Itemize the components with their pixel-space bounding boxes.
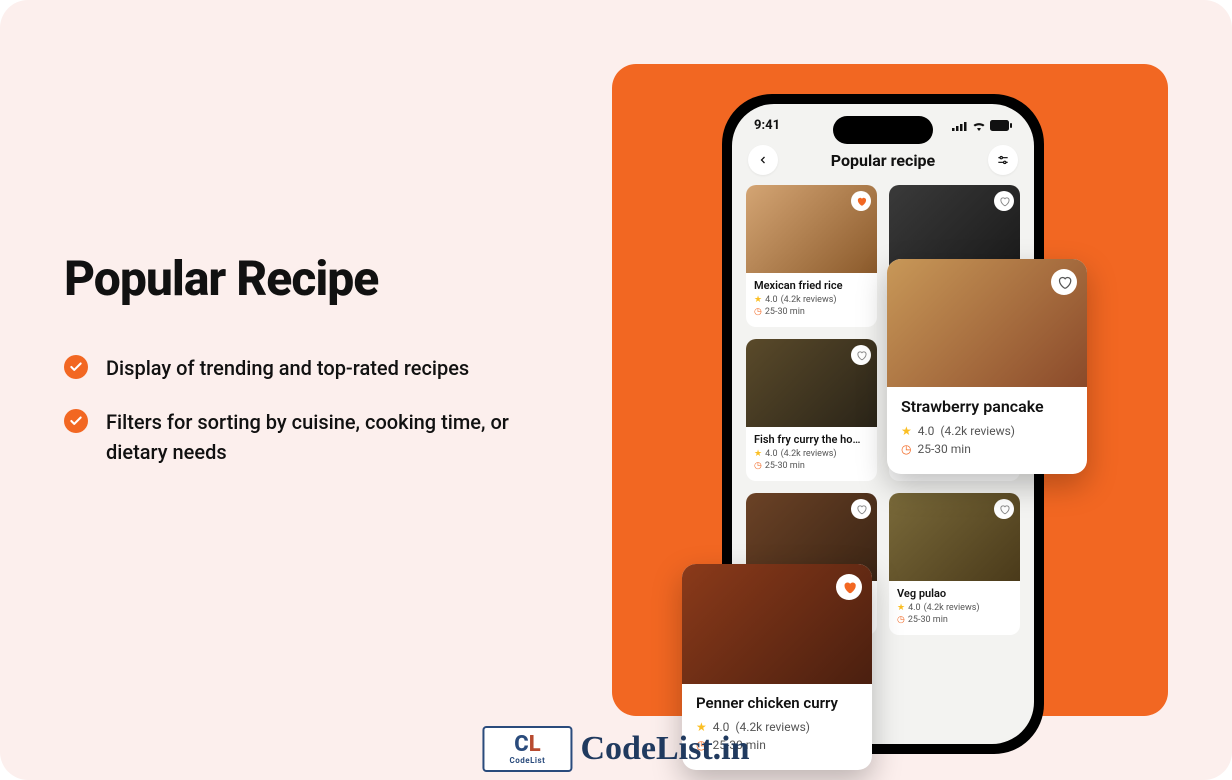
- watermark: CL CodeList CodeList.in: [482, 726, 749, 772]
- recipe-card[interactable]: Fish fry curry the home... ★4.0(4.2k rev…: [746, 339, 877, 481]
- heart-button[interactable]: [851, 191, 871, 211]
- recipe-title: Penner chicken curry: [696, 694, 858, 712]
- heart-button[interactable]: [994, 191, 1014, 211]
- recipe-title: Strawberry pancake: [901, 397, 1073, 416]
- recipe-image: [746, 339, 877, 427]
- star-icon: ★: [901, 424, 912, 438]
- star-icon: ★: [754, 295, 762, 305]
- battery-icon: [990, 120, 1012, 131]
- wifi-icon: [972, 121, 986, 131]
- section-title: Popular Recipe: [64, 250, 544, 307]
- back-button[interactable]: [748, 145, 778, 175]
- feature-showcase: Popular Recipe Display of trending and t…: [0, 0, 1232, 780]
- clock-icon: ◷: [754, 461, 762, 471]
- check-icon: [64, 409, 88, 433]
- left-column: Popular Recipe Display of trending and t…: [64, 250, 544, 491]
- status-icons: [952, 120, 1012, 131]
- feature-item: Display of trending and top-rated recipe…: [64, 353, 544, 383]
- check-icon: [64, 355, 88, 379]
- recipe-image: [889, 493, 1020, 581]
- phone-notch: [833, 116, 933, 144]
- status-time: 9:41: [754, 118, 780, 133]
- feature-text: Display of trending and top-rated recipe…: [106, 353, 469, 383]
- recipe-image: [887, 259, 1087, 387]
- header-title: Popular recipe: [831, 151, 935, 170]
- clock-icon: ◷: [897, 615, 905, 625]
- recipe-card[interactable]: Mexican fried rice ★4.0(4.2k reviews) ◷2…: [746, 185, 877, 327]
- feature-item: Filters for sorting by cuisine, cooking …: [64, 407, 544, 467]
- star-icon: ★: [897, 603, 905, 613]
- clock-icon: ◷: [901, 442, 911, 456]
- recipe-image: [746, 185, 877, 273]
- recipe-card[interactable]: Veg pulao ★4.0(4.2k reviews) ◷25-30 min: [889, 493, 1020, 635]
- feature-text: Filters for sorting by cuisine, cooking …: [106, 407, 544, 467]
- recipe-title: Fish fry curry the home...: [754, 433, 869, 446]
- preview-panel: 9:41 Popular recipe: [612, 64, 1168, 716]
- watermark-text: CodeList.in: [580, 730, 749, 768]
- signal-icon: [952, 121, 968, 131]
- watermark-logo: CL CodeList: [482, 726, 572, 772]
- heart-button[interactable]: [851, 499, 871, 519]
- recipe-title: Mexican fried rice: [754, 279, 869, 292]
- recipe-image: [682, 564, 872, 684]
- popout-card-pancake[interactable]: Strawberry pancake ★4.0(4.2k reviews) ◷2…: [887, 259, 1087, 474]
- heart-button[interactable]: [994, 499, 1014, 519]
- heart-button[interactable]: [851, 345, 871, 365]
- heart-button[interactable]: [1051, 269, 1077, 295]
- clock-icon: ◷: [754, 307, 762, 317]
- star-icon: ★: [754, 449, 762, 459]
- recipe-title: Veg pulao: [897, 587, 1012, 600]
- filter-button[interactable]: [988, 145, 1018, 175]
- heart-button[interactable]: [836, 574, 862, 600]
